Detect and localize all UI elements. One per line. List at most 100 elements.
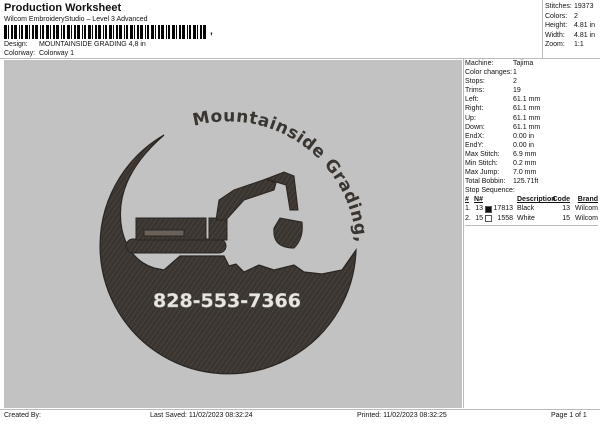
barcode-bar [140, 25, 143, 39]
stop-brand: Wilcom [575, 205, 598, 213]
summary-row: Colors: 2 [545, 12, 598, 22]
barcode-bar [182, 25, 185, 39]
machine-info-row: Color changes: 1 [465, 68, 598, 77]
summary-label: Width: [545, 31, 565, 39]
barcode-bar [172, 25, 175, 39]
machine-info-value: 61.1 mm [513, 96, 541, 104]
barcode-bar [53, 25, 55, 39]
machine-info-value: 2 [513, 78, 517, 86]
barcode-bar [88, 25, 91, 39]
summary-row: Height: 4.81 in [545, 21, 598, 31]
design-label: Design: [4, 41, 28, 48]
machine-info-label: Trims: [465, 87, 485, 95]
created-by: Created By: [4, 412, 41, 419]
barcode-bar [46, 25, 49, 39]
footer-divider [0, 409, 600, 410]
summary-divider [542, 0, 543, 58]
stop-sequence-title: Stop Sequence: [465, 187, 515, 195]
machine-info-row: Max Jump: 7.0 mm [465, 168, 598, 177]
machine-info-row: Machine: Tajima [465, 59, 598, 68]
barcode-bar [105, 25, 107, 39]
barcode-bar [29, 25, 30, 39]
barcode-bar [95, 25, 97, 39]
machine-info-value: 125.71ft [513, 178, 539, 186]
stop-num: 1. [465, 205, 471, 213]
machine-info-row: EndX: 0.00 in [465, 132, 598, 141]
machine-info-label: Up: [465, 114, 476, 122]
machine-info-value: 0.2 mm [513, 160, 537, 168]
design-value: MOUNTAINSIDE GRADING 4,8 in [38, 41, 146, 48]
summary-value: 19373 [574, 3, 594, 10]
col-n-header: N# [474, 196, 483, 204]
barcode-bar [42, 25, 44, 39]
barcode-bar [193, 25, 196, 39]
summary-row: Zoom: 1:1 [545, 40, 598, 50]
barcode-bar [166, 25, 167, 39]
machine-info-value: 61.1 mm [513, 105, 541, 113]
barcode-bar [200, 25, 202, 39]
machine-info-value: 0.00 in [513, 132, 535, 140]
crescent-shape [99, 134, 357, 375]
color-swatch-cell [483, 205, 493, 213]
machine-info-label: Total Bobbin: [465, 178, 506, 186]
last-saved: Last Saved: 11/02/2023 08:32:24 [150, 412, 253, 419]
barcode-bar [189, 25, 191, 39]
summary-value: 1:1 [574, 41, 584, 48]
software-subtitle: Wilcom EmbroideryStudio – Level 3 Advanc… [4, 16, 148, 23]
machine-info-row: EndY: 0.00 in [465, 141, 598, 150]
barcode-bar [161, 25, 164, 39]
company-arc-textpath: Mountainside Grading, Inc [0, 45, 370, 244]
barcode-bar [14, 25, 17, 39]
machine-info-value: 1 [513, 69, 517, 77]
stop-row: 2. 15 1558 White 15 Wilcom [465, 214, 598, 224]
machine-info-label: Left: [465, 96, 479, 104]
barcode-bar [168, 25, 170, 39]
barcode-bar [56, 25, 59, 39]
barcode-bar [109, 25, 112, 39]
color-swatch [484, 215, 492, 223]
machine-info-row: Down: 61.1 mm [465, 123, 598, 132]
summary-panel: Stitches: 19373 Colors: 2 Height: 4.81 in W… [545, 2, 598, 50]
machine-info-label: Min Stitch: [465, 160, 498, 168]
machine-info-label: Right: [465, 105, 484, 113]
machine-info-value: 7.0 mm [513, 169, 537, 177]
summary-label: Height: [545, 22, 568, 29]
machine-info-value: Tajima [513, 60, 534, 67]
stop-stitches: 17813 [493, 205, 513, 213]
barcode-bar [63, 25, 65, 39]
barcode-suffix: , [210, 26, 213, 37]
barcode-bar [145, 25, 146, 39]
barcode-bar [92, 25, 93, 39]
embroidery-artwork: Mountainside Grading, Inc 828-553-7366 [0, 45, 371, 375]
machine-info-row: Right: 61.1 mm [465, 104, 598, 113]
barcode-bar [35, 25, 38, 39]
company-arc-text: Mountainside Grading, Inc [4, 60, 371, 244]
barcode-bar [82, 25, 83, 39]
machine-info-row: Left: 61.1 mm [465, 95, 598, 104]
summary-row: Stitches: 19373 [545, 2, 598, 12]
machine-info-label: Max Stitch: [465, 150, 500, 158]
barcode-bar [32, 25, 34, 39]
machine-info-row: Total Bobbin: 125.71ft [465, 177, 598, 186]
summary-value: 4.81 in [574, 31, 596, 39]
barcode-bar [176, 25, 177, 39]
barcode-bar [8, 25, 9, 39]
col-brand-header: Brand [577, 196, 598, 204]
summary-label: Colors: [545, 12, 568, 20]
barcode-bar [130, 25, 133, 39]
machine-info-row: Max Stitch: 6.9 mm [465, 150, 598, 159]
phone-number: 828-553-7366 [153, 290, 301, 312]
machine-info-row: Up: 61.1 mm [465, 114, 598, 123]
summary-label: Stitches: [545, 3, 572, 10]
barcode-bar [155, 25, 156, 39]
barcode-bar [126, 25, 128, 39]
summary-value: 4.81 in [574, 22, 596, 29]
machine-info-label: Color changes: [465, 69, 513, 77]
printed-date: Printed: 11/02/2023 08:32:25 [357, 412, 447, 419]
machine-info-value: 6.9 mm [513, 150, 537, 158]
barcode-bar [61, 25, 62, 39]
barcode-bar [19, 25, 20, 39]
stop-code: 13 [562, 205, 570, 213]
barcode-bar [25, 25, 28, 39]
stop-brand: Wilcom [575, 214, 598, 222]
